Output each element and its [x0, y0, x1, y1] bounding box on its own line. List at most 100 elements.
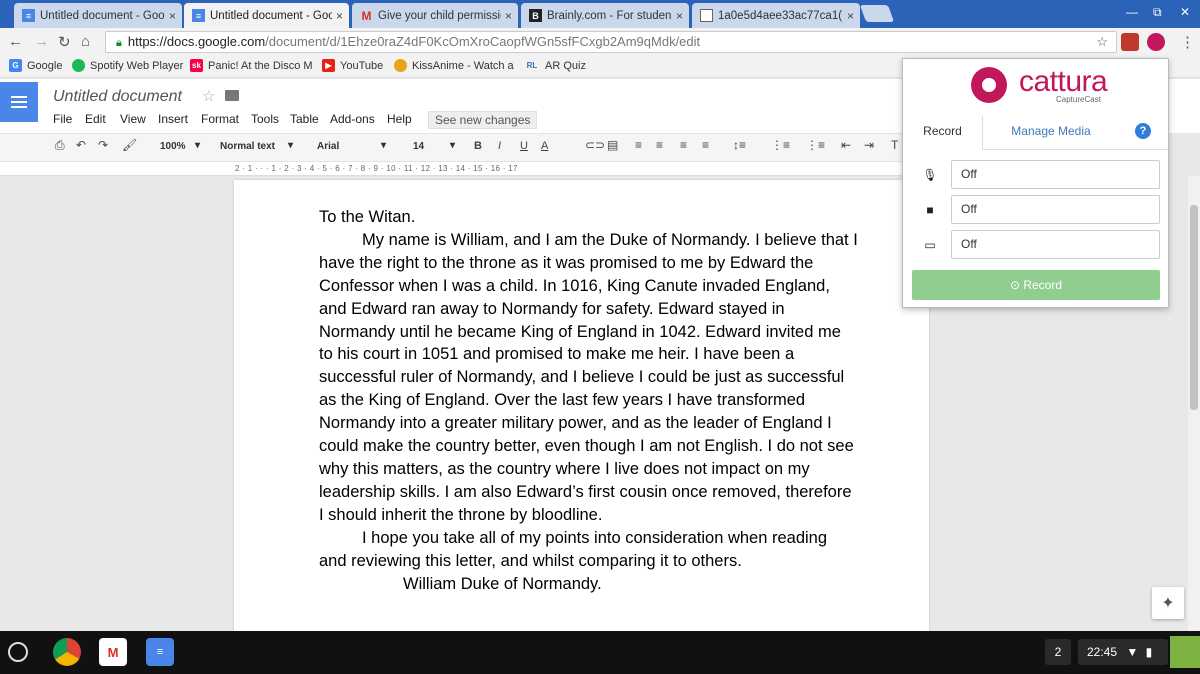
explore-button[interactable]: ✦ — [1152, 587, 1184, 619]
restore-icon[interactable]: ⧉ — [1153, 5, 1162, 20]
bookmark-panic[interactable]: sk Panic! At the Disco M — [190, 59, 313, 72]
menu-help[interactable]: Help — [387, 112, 412, 126]
bookmark-spotify[interactable]: Spotify Web Player — [72, 59, 183, 72]
italic-button[interactable]: I — [498, 140, 501, 152]
url-input[interactable]: 🔒︎ https://docs.google.com/document/d/1Eh… — [105, 31, 1117, 53]
back-icon[interactable]: ← — [8, 33, 23, 50]
tab-page[interactable]: 1a0e5d4aee33ac77ca1( × — [692, 3, 860, 28]
redo-icon[interactable]: ↷ — [98, 138, 108, 152]
comment-icon[interactable]: ▤ — [607, 138, 618, 152]
camera-select[interactable]: Off — [951, 195, 1160, 224]
tab-manage-media[interactable]: Manage Media — [983, 116, 1119, 150]
bookmark-label: KissAnime - Watch a — [412, 59, 514, 72]
avatar[interactable] — [1170, 636, 1200, 668]
link-icon[interactable]: ⊂⊃ — [585, 138, 605, 152]
close-icon[interactable]: × — [847, 9, 854, 23]
record-button[interactable]: ⊙ Record — [912, 270, 1160, 300]
zoom-select[interactable]: 100% — [160, 141, 186, 152]
home-icon[interactable]: ⌂ — [81, 33, 90, 50]
font-size-select[interactable]: 14 — [413, 141, 424, 152]
document-title[interactable]: Untitled document — [53, 88, 182, 106]
close-window-icon[interactable]: ✕ — [1180, 5, 1190, 19]
align-center-icon[interactable]: ≡ — [656, 138, 663, 152]
menu-insert[interactable]: Insert — [158, 112, 188, 126]
help-icon[interactable]: ? — [1135, 123, 1151, 139]
docs-icon: ≡ — [192, 9, 205, 22]
align-left-icon[interactable]: ≡ — [635, 138, 642, 152]
menu-file[interactable]: File — [53, 112, 72, 126]
url-path: /document/d/1Ehze0raZ4dF0KcOmXroCaopfWGn… — [265, 34, 701, 49]
tab-title: 1a0e5d4aee33ac77ca1( — [718, 9, 843, 22]
launcher-icon[interactable] — [8, 642, 28, 662]
menu-table[interactable]: Table — [290, 112, 319, 126]
folder-icon[interactable] — [225, 90, 239, 101]
close-icon[interactable]: × — [505, 9, 512, 23]
close-icon[interactable]: × — [169, 9, 176, 23]
line-spacing-icon[interactable]: ↕≡ — [733, 138, 746, 152]
bulleted-list-icon[interactable]: ⋮≡ — [806, 138, 825, 152]
ruler-marks: 2 · 1 · · · 1 · 2 · 3 · 4 · 5 · 6 · 7 · … — [235, 164, 518, 173]
paragraph-body: My name is William, and I am the Duke of… — [319, 230, 858, 524]
align-right-icon[interactable]: ≡ — [680, 138, 687, 152]
bookmark-label: AR Quiz — [545, 59, 586, 72]
undo-icon[interactable]: ↶ — [76, 138, 86, 152]
bookmark-arquiz[interactable]: RL AR Quiz — [524, 59, 586, 72]
cattura-tabs: Record Manage Media ? — [903, 116, 1168, 150]
notification-badge[interactable]: 2 — [1045, 639, 1071, 665]
menu-addons[interactable]: Add-ons — [330, 112, 375, 126]
tab-brainly[interactable]: B Brainly.com - For studen × — [521, 3, 689, 28]
font-select[interactable]: Arial — [317, 141, 339, 152]
bookmark-label: Spotify Web Player — [90, 59, 184, 72]
menu-format[interactable]: Format — [201, 112, 239, 126]
chrome-menu-icon[interactable]: ⋮ — [1180, 33, 1195, 51]
bookmark-youtube[interactable]: ▶ YouTube — [322, 59, 383, 72]
bookmark-kissanime[interactable]: KissAnime - Watch a — [394, 59, 514, 72]
decrease-indent-icon[interactable]: ⇤ — [841, 138, 851, 152]
numbered-list-icon[interactable]: ⋮≡ — [771, 138, 790, 152]
see-new-changes-link[interactable]: See new changes — [428, 111, 538, 129]
style-select[interactable]: Normal text — [220, 141, 275, 152]
minimize-icon[interactable]: — — [1126, 5, 1138, 19]
gmail-app-icon[interactable]: M — [99, 638, 127, 666]
cattura-subtitle: CaptureCast — [1056, 95, 1101, 104]
bookmark-google[interactable]: G Google — [9, 59, 62, 72]
screen-select[interactable]: Off — [951, 230, 1160, 259]
tab-record[interactable]: Record — [903, 116, 983, 150]
forward-icon[interactable]: → — [34, 33, 49, 50]
clear-formatting-icon[interactable]: T — [891, 138, 898, 152]
underline-button[interactable]: U — [520, 140, 528, 152]
tab-docs-1[interactable]: ≡ Untitled document - Goo × — [14, 3, 182, 28]
docs-icon: ≡ — [22, 9, 35, 22]
scrollbar-thumb[interactable] — [1190, 205, 1198, 410]
menu-view[interactable]: View — [120, 112, 146, 126]
record-icon: ⊙ — [1009, 278, 1024, 292]
paint-format-icon[interactable]: 🖌︎ — [122, 138, 137, 152]
cattura-logo-icon — [971, 67, 1007, 103]
document-body[interactable]: To the Witan. My name is William, and I … — [319, 206, 859, 595]
text-color-button[interactable]: A — [541, 140, 548, 152]
close-icon[interactable]: × — [676, 9, 683, 23]
url-host: https://docs.google.com — [127, 34, 266, 49]
close-icon[interactable]: × — [336, 9, 343, 23]
chrome-icon[interactable] — [53, 638, 81, 666]
microphone-select[interactable]: Off — [951, 160, 1160, 189]
docs-app-icon[interactable]: ≡ — [146, 638, 174, 666]
reload-icon[interactable]: ↻ — [58, 33, 71, 51]
tab-gmail[interactable]: M Give your child permissio × — [352, 3, 518, 28]
new-tab-button[interactable] — [859, 5, 895, 22]
print-icon[interactable]: ⎙ — [55, 138, 65, 153]
bold-button[interactable]: B — [474, 140, 482, 152]
ruler[interactable]: 2 · 1 · · · 1 · 2 · 3 · 4 · 5 · 6 · 7 · … — [0, 162, 903, 176]
align-justify-icon[interactable]: ≡ — [702, 138, 709, 152]
increase-indent-icon[interactable]: ⇥ — [864, 138, 874, 152]
bookmark-star-icon[interactable]: ☆ — [1096, 32, 1108, 52]
menu-edit[interactable]: Edit — [85, 112, 106, 126]
menu-tools[interactable]: Tools — [251, 112, 279, 126]
extension-icon[interactable] — [1121, 33, 1139, 51]
cattura-extension-icon[interactable] — [1147, 33, 1165, 51]
docs-home-icon[interactable] — [0, 82, 38, 122]
star-icon[interactable]: ☆ — [202, 87, 215, 105]
status-tray[interactable]: 22:45 ▼ ▮ — [1078, 639, 1168, 665]
page-icon — [700, 9, 713, 22]
tab-docs-2[interactable]: ≡ Untitled document - Goo × — [184, 3, 349, 28]
